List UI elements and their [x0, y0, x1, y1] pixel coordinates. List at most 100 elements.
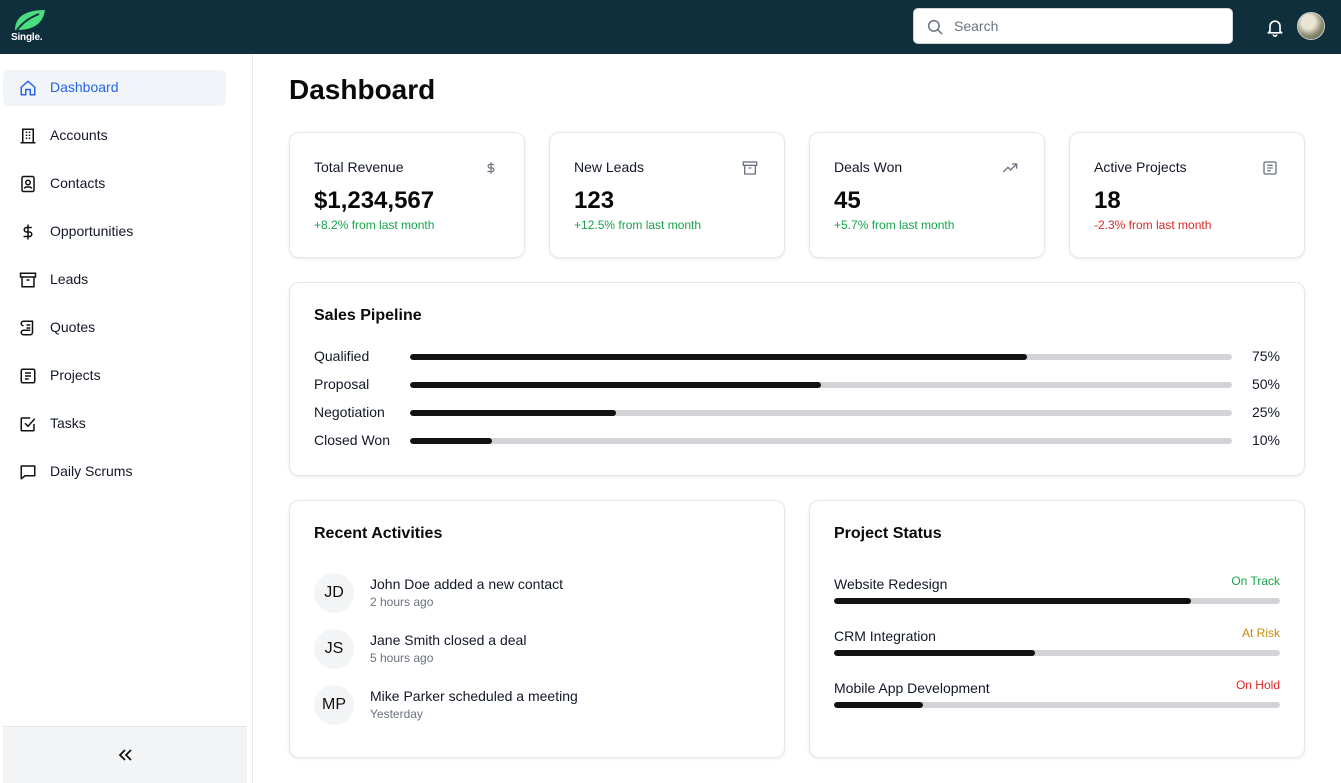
archive-icon [742, 161, 758, 175]
sidebar-item-contacts[interactable]: Contacts [3, 166, 226, 202]
message-icon [20, 465, 36, 480]
stat-value: 45 [834, 187, 861, 214]
sidebar-item-daily-scrums[interactable]: Daily Scrums [3, 454, 226, 490]
logo-text: Single. [11, 32, 43, 43]
recent-activities-card: Recent Activities JD John Doe added a ne… [289, 500, 785, 758]
stat-card-deals-won: Deals Won 45 +5.7% from last month [809, 132, 1045, 258]
stat-change: +5.7% from last month [834, 218, 955, 232]
activity-avatar: JS [314, 629, 354, 669]
project-name: Mobile App Development [834, 680, 990, 696]
project-status-row: Website Redesign On Track [834, 574, 1280, 616]
list-document-icon [20, 368, 36, 384]
progress-fill [410, 410, 616, 416]
archive-icon [19, 272, 37, 288]
sidebar-item-label: Daily Scrums [50, 463, 133, 479]
activity-item: JD John Doe added a new contact 2 hours … [314, 573, 754, 613]
pipeline-percent: 25% [1251, 404, 1280, 420]
dollar-icon [23, 224, 33, 240]
sidebar-item-quotes[interactable]: Quotes [3, 310, 226, 346]
stat-label: Total Revenue [314, 159, 404, 175]
app-logo[interactable]: Single. [9, 8, 49, 46]
collapse-sidebar-button[interactable] [3, 726, 247, 783]
page-title: Dashboard [289, 74, 436, 105]
sidebar-item-dashboard[interactable]: Dashboard [3, 70, 226, 106]
progress-fill [834, 598, 1191, 604]
activity-text: Mike Parker scheduled a meeting [370, 688, 578, 704]
progress-track [834, 702, 1280, 708]
stat-card-new-leads: New Leads 123 +12.5% from last month [549, 132, 785, 258]
pipeline-row: Proposal 50% [314, 375, 1280, 395]
progress-fill [410, 354, 1027, 360]
dollar-icon [487, 162, 495, 174]
activity-avatar: MP [314, 685, 354, 725]
stat-card-total-revenue: Total Revenue $1,234,567 +8.2% from last… [289, 132, 525, 258]
progress-fill [410, 438, 493, 444]
sidebar-item-tasks[interactable]: Tasks [3, 406, 226, 442]
pipeline-percent: 75% [1251, 348, 1280, 364]
sidebar-item-opportunities[interactable]: Opportunities [3, 214, 226, 250]
pipeline-stage-label: Closed Won [314, 432, 391, 448]
progress-fill [834, 650, 1035, 656]
sales-pipeline-card: Sales Pipeline Qualified 75% Proposal 50… [289, 282, 1305, 476]
pipeline-stage-label: Qualified [314, 348, 370, 364]
pipeline-row: Closed Won 10% [314, 431, 1280, 451]
chevrons-left-icon [118, 749, 132, 761]
sidebar-item-label: Accounts [50, 127, 108, 143]
top-bar: Single. [0, 0, 1341, 54]
activity-time: 2 hours ago [370, 595, 434, 609]
card-title: Sales Pipeline [314, 307, 422, 324]
sidebar-item-accounts[interactable]: Accounts [3, 118, 226, 154]
stat-change: -2.3% from last month [1094, 218, 1212, 232]
stat-card-active-projects: Active Projects 18 -2.3% from last month [1069, 132, 1305, 258]
sidebar-item-projects[interactable]: Projects [3, 358, 226, 394]
building-icon [20, 128, 36, 144]
sidebar: Dashboard Accounts Contacts Opportunitie… [0, 54, 253, 783]
project-status-card: Project Status Website Redesign On Track… [809, 500, 1305, 758]
stat-change: +8.2% from last month [314, 218, 435, 232]
pipeline-row: Qualified 75% [314, 347, 1280, 367]
progress-track [834, 650, 1280, 656]
bell-icon[interactable] [1265, 16, 1285, 38]
project-status-badge: On Hold [1235, 678, 1280, 692]
sidebar-item-label: Projects [50, 367, 101, 383]
pipeline-percent: 10% [1251, 432, 1280, 448]
progress-track [410, 382, 1232, 388]
pipeline-stage-label: Proposal [314, 376, 370, 392]
card-title: Project Status [834, 525, 942, 542]
list-document-icon [1263, 161, 1277, 175]
project-status-badge: On Track [1231, 574, 1280, 588]
main-content: Dashboard Total Revenue $1,234,567 +8.2%… [253, 54, 1341, 783]
project-status-row: CRM Integration At Risk [834, 626, 1280, 668]
user-avatar[interactable] [1297, 12, 1325, 40]
project-status-row: Mobile App Development On Hold [834, 678, 1280, 720]
search-input[interactable] [954, 9, 1224, 43]
progress-fill [834, 702, 924, 708]
activity-time: Yesterday [370, 707, 423, 721]
activity-item: MP Mike Parker scheduled a meeting Yeste… [314, 685, 754, 725]
pipeline-stage-label: Negotiation [314, 404, 385, 420]
stat-label: New Leads [574, 159, 645, 175]
sidebar-item-label: Dashboard [50, 79, 119, 95]
search-icon [927, 19, 943, 35]
checkbox-icon [20, 417, 36, 432]
activity-item: JS Jane Smith closed a deal 5 hours ago [314, 629, 754, 669]
activity-text: Jane Smith closed a deal [370, 632, 527, 648]
sidebar-item-label: Quotes [50, 319, 96, 335]
contact-book-icon [21, 175, 35, 193]
activity-avatar: JD [314, 573, 354, 613]
stat-value: 18 [1094, 187, 1121, 214]
stat-label: Active Projects [1094, 159, 1187, 175]
stat-value: 123 [574, 187, 615, 214]
stat-value: $1,234,567 [314, 187, 435, 214]
project-status-badge: At Risk [1241, 626, 1280, 640]
scroll-icon [20, 320, 34, 336]
sidebar-item-label: Contacts [50, 175, 106, 191]
project-name: CRM Integration [834, 628, 936, 644]
search-box[interactable] [913, 8, 1233, 44]
card-title: Recent Activities [314, 525, 443, 542]
sidebar-item-leads[interactable]: Leads [3, 262, 226, 298]
progress-track [834, 598, 1280, 604]
sidebar-item-label: Leads [50, 271, 89, 287]
leaf-icon [15, 10, 45, 31]
progress-fill [410, 382, 821, 388]
